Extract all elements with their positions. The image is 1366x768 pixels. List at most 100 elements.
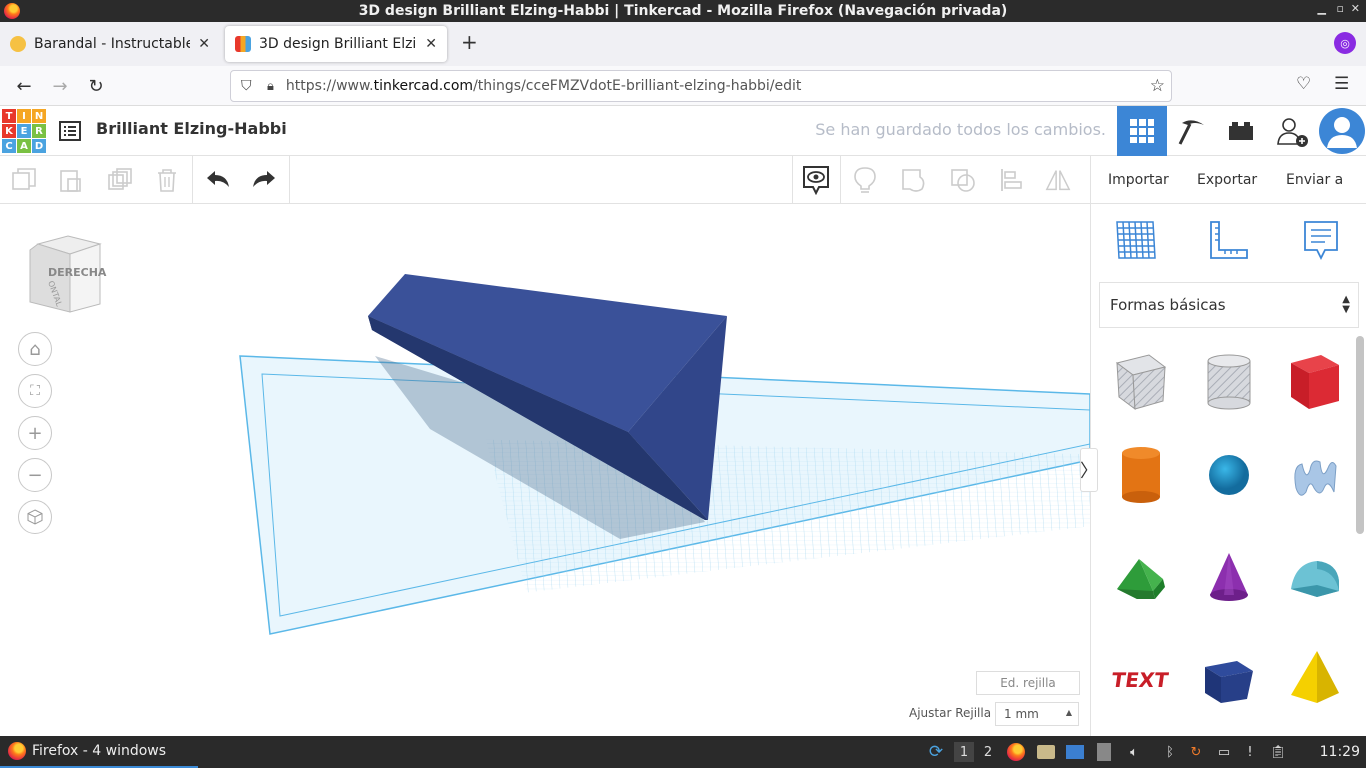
bricks-button[interactable] <box>1216 106 1266 156</box>
forward-button[interactable]: → <box>48 74 72 98</box>
display-icon[interactable]: ▭ <box>1214 742 1234 762</box>
notes-button[interactable] <box>802 166 830 195</box>
tab-tinkercad[interactable]: 3D design Brilliant Elzing-Habbi ✕ <box>225 26 447 62</box>
ungroup-button[interactable] <box>949 166 977 194</box>
new-tab-button[interactable]: + <box>461 32 478 52</box>
home-view-button[interactable]: ⌂ <box>18 332 52 366</box>
back-button[interactable]: ← <box>12 74 36 98</box>
shield-icon[interactable]: ⛉ <box>241 78 255 94</box>
clipboard-icon[interactable]: 📋︎ <box>1268 742 1288 762</box>
wedge-shape[interactable] <box>1199 646 1259 708</box>
undo-button[interactable] <box>204 166 232 194</box>
cone-shape[interactable] <box>1199 546 1259 608</box>
logo-letter: T <box>2 109 16 123</box>
group-button[interactable] <box>900 166 928 194</box>
close-tab-icon[interactable]: ✕ <box>425 36 437 52</box>
duplicate-button[interactable] <box>106 166 134 194</box>
update-icon[interactable]: ↻ <box>1186 742 1206 762</box>
zoom-in-button[interactable]: + <box>18 416 52 450</box>
snap-grid-select[interactable]: 1 mm ▲ <box>995 702 1079 726</box>
view-cube-label: DERECHA <box>48 266 107 279</box>
tab-instructables[interactable]: Barandal - Instructables ✕ <box>0 26 220 62</box>
cylinder-shape[interactable] <box>1111 444 1171 506</box>
desktop-launcher-icon[interactable] <box>1065 742 1085 762</box>
3d-view-button[interactable] <box>1117 106 1167 156</box>
hint-button[interactable] <box>851 166 879 194</box>
bluetooth-icon[interactable]: ᛒ <box>1160 742 1180 762</box>
trash-icon <box>158 169 176 192</box>
workspace-2[interactable]: 2 <box>978 742 998 762</box>
purple-cone-icon <box>1210 553 1248 601</box>
send-to-button[interactable]: Enviar a <box>1276 164 1353 196</box>
export-button[interactable]: Exportar <box>1187 164 1267 196</box>
group-icon <box>902 169 925 192</box>
perspective-button[interactable] <box>18 500 52 534</box>
ungroup-icon <box>951 169 975 192</box>
svg-text:TEXT: TEXT <box>1112 668 1170 692</box>
shape-category-select[interactable]: Formas básicas ▲ ▼ <box>1099 282 1359 328</box>
panel-collapse-handle[interactable]: 〉 <box>1080 448 1098 492</box>
panel-scrollbar[interactable] <box>1356 336 1364 534</box>
pickaxe-icon <box>1178 120 1204 145</box>
workplane-viewport[interactable]: ONTAL DERECHA ⌂ ⛶ + − Ed. rejilla Ajusta… <box>0 204 1090 736</box>
add-user-button[interactable] <box>1267 106 1317 156</box>
design-list-icon[interactable] <box>58 119 82 143</box>
reload-button[interactable]: ↻ <box>84 74 108 98</box>
blocks-button[interactable] <box>1167 106 1217 156</box>
brick-icon <box>1229 122 1253 140</box>
note-icon[interactable] <box>1299 218 1343 262</box>
tinkercad-favicon <box>235 36 251 52</box>
bookmark-star-icon[interactable]: ☆ <box>1150 76 1165 96</box>
close-tab-icon[interactable]: ✕ <box>198 36 210 52</box>
roof-shape[interactable] <box>1111 546 1171 608</box>
close-window-icon[interactable]: ✕ <box>1351 2 1360 15</box>
paste-button[interactable] <box>57 166 85 194</box>
scribble-icon <box>1294 460 1337 496</box>
add-user-icon <box>1277 118 1308 147</box>
redo-button[interactable] <box>250 166 278 194</box>
volume-icon[interactable]: 🔈︎ <box>1124 742 1144 762</box>
notification-icon[interactable]: ! <box>1240 742 1260 762</box>
lock-icon[interactable]: 🔒︎ <box>267 79 274 94</box>
cylinder-hole-icon <box>1207 354 1251 410</box>
edit-grid-button[interactable]: Ed. rejilla <box>976 671 1080 695</box>
url-bar[interactable]: ⛉ 🔒︎ https://www.tinkercad.com/things/cc… <box>230 70 1172 102</box>
tinkercad-logo[interactable]: TIN KER CAD <box>2 109 46 153</box>
taskbar-firefox-item[interactable]: Firefox - 4 windows <box>0 736 198 768</box>
url-text[interactable]: https://www.tinkercad.com/things/cceFMZV… <box>286 78 801 94</box>
box-shape[interactable] <box>1285 350 1345 412</box>
teal-round-roof-icon <box>1291 561 1339 597</box>
align-button[interactable] <box>998 166 1026 194</box>
cylinder-hole-shape[interactable] <box>1199 350 1259 412</box>
import-button[interactable]: Importar <box>1098 164 1179 196</box>
restore-icon[interactable]: ▫ <box>1337 2 1344 15</box>
toolbar-divider <box>792 156 793 204</box>
copy-button[interactable] <box>10 166 38 194</box>
pocket-icon[interactable]: ♡ <box>1296 74 1311 94</box>
snap-grid-label: Ajustar Rejilla <box>909 706 992 720</box>
workspace-1[interactable]: 1 <box>954 742 974 762</box>
archive-launcher-icon[interactable] <box>1094 742 1114 762</box>
sphere-shape[interactable] <box>1199 444 1259 506</box>
mirror-button[interactable] <box>1044 166 1072 194</box>
workplane-canvas[interactable] <box>0 204 1090 736</box>
system-logo-icon[interactable]: ⟳ <box>926 742 946 762</box>
design-title[interactable]: Brilliant Elzing-Habbi <box>96 119 287 138</box>
ruler-icon[interactable] <box>1207 218 1251 262</box>
zoom-out-button[interactable]: − <box>18 458 52 492</box>
minimize-icon[interactable]: ▁ <box>1318 2 1326 15</box>
menu-icon[interactable]: ☰ <box>1334 74 1349 94</box>
files-launcher-icon[interactable] <box>1036 742 1056 762</box>
round-roof-shape[interactable] <box>1285 546 1345 608</box>
delete-button[interactable] <box>153 166 181 194</box>
pyramid-shape[interactable] <box>1285 646 1345 708</box>
user-avatar[interactable] <box>1317 106 1366 156</box>
firefox-launcher-icon[interactable] <box>1006 742 1026 762</box>
scribble-shape[interactable] <box>1285 444 1345 506</box>
box-hole-shape[interactable] <box>1111 350 1171 412</box>
fit-view-button[interactable]: ⛶ <box>18 374 52 408</box>
text-shape[interactable]: TEXT <box>1111 646 1171 708</box>
box-hole-icon <box>1115 354 1167 411</box>
workplane-icon[interactable] <box>1113 218 1157 262</box>
navigation-bar: ← → ↻ ⛉ 🔒︎ https://www.tinkercad.com/thi… <box>0 66 1366 106</box>
